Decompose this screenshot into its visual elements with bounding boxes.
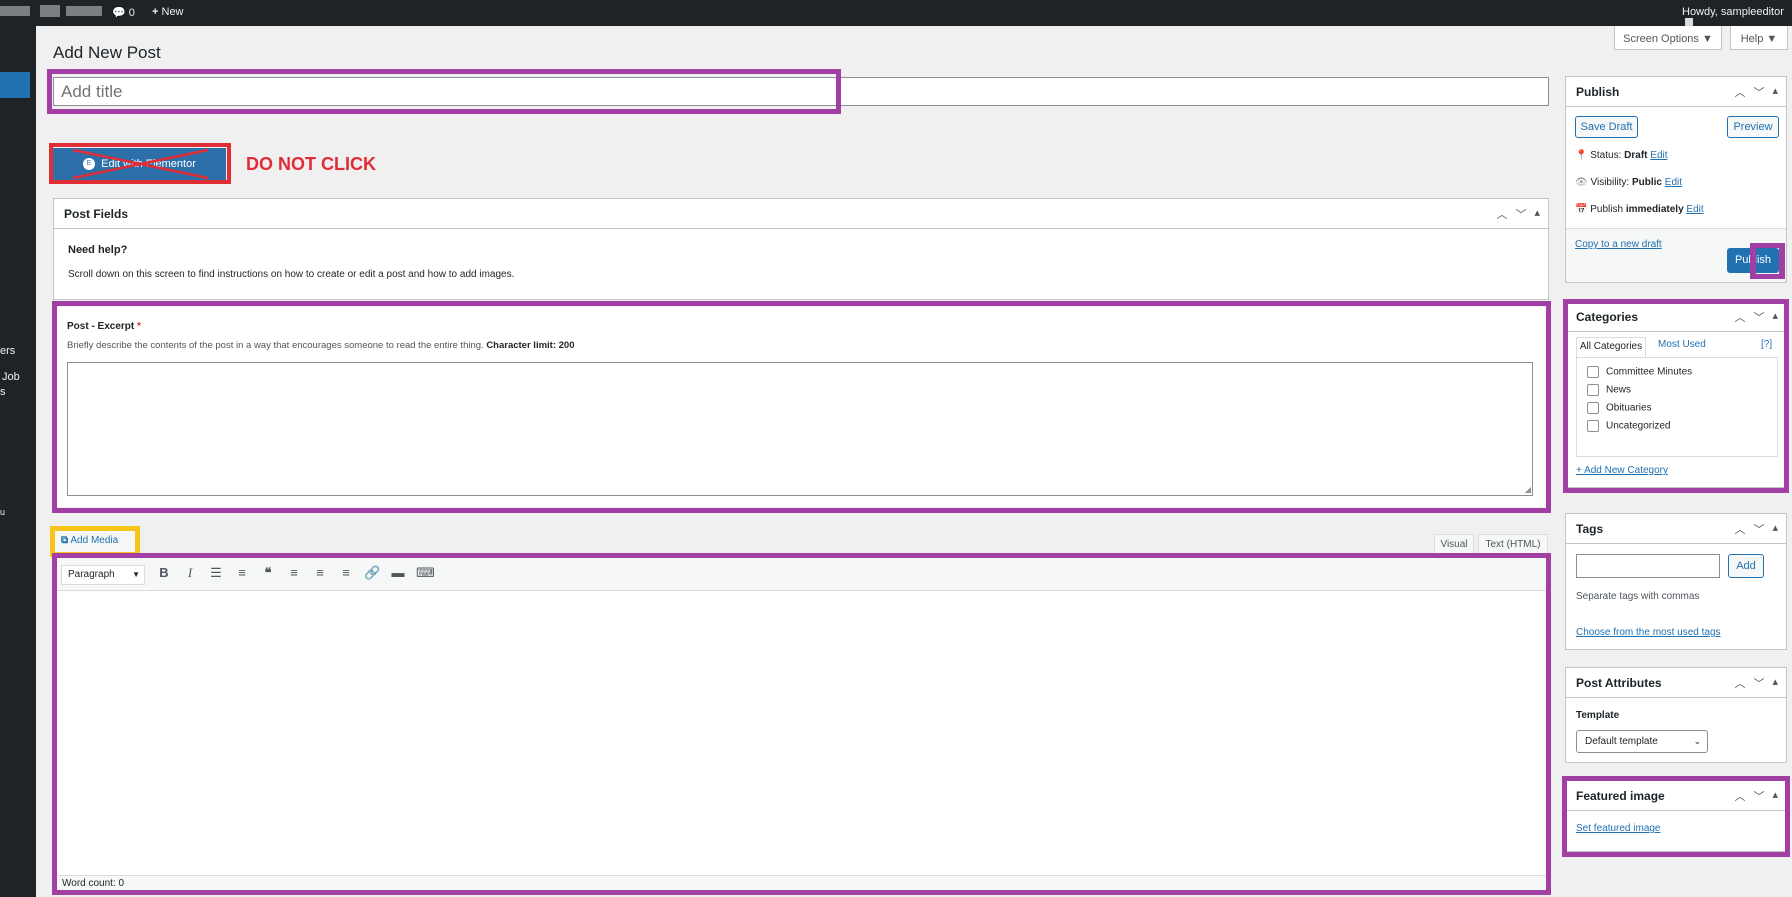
visibility-label: Visibility: [1590, 177, 1630, 188]
edit-status-link[interactable]: Edit [1650, 150, 1667, 161]
template-select[interactable]: Default template ⌄ [1576, 730, 1708, 753]
highlight-categories [1563, 299, 1789, 493]
preview-button[interactable]: Preview [1727, 116, 1779, 138]
status-value: Draft [1624, 150, 1648, 161]
do-not-click-warning: DO NOT CLICK [246, 154, 376, 174]
highlight-publish-border [1750, 243, 1785, 279]
sidebar-item-fragment[interactable]: s [0, 386, 6, 399]
box-controls: ︿ ﹀ ▴ [1734, 521, 1778, 537]
comments-link[interactable]: 💬 0 [112, 6, 135, 19]
post-attributes-header: Post Attributes ︿ ﹀ ▴ [1566, 668, 1786, 698]
comment-icon: 💬 [112, 7, 126, 19]
publish-time-label: Publish [1590, 204, 1624, 215]
save-draft-button[interactable]: Save Draft [1575, 116, 1638, 138]
help-button[interactable]: Help ▼ [1730, 26, 1788, 50]
highlight-featured-image [1562, 776, 1790, 857]
toggle-panel-icon[interactable]: ▴ [1772, 521, 1778, 537]
sidebar-item-posts-active[interactable] [0, 72, 30, 98]
publish-header: Publish ︿ ﹀ ▴ [1566, 77, 1786, 107]
admin-sidebar: ers Job s u [0, 26, 36, 897]
box-controls: ︿ ﹀ ▴ [1734, 675, 1778, 691]
page-title: Add New Post [53, 43, 161, 62]
tab-visual[interactable]: Visual [1434, 534, 1474, 555]
move-up-icon[interactable]: ︿ [1734, 675, 1745, 691]
highlight-excerpt [52, 301, 1551, 513]
tags-hint: Separate tags with commas [1576, 591, 1700, 602]
status-row: 📍 Status: Draft Edit [1575, 150, 1668, 161]
box-controls: ︿ ﹀ ▴ [1734, 84, 1778, 100]
highlight-editor [52, 553, 1551, 895]
howdy-text: Howdy, sampleeditor [1682, 6, 1784, 18]
box-controls: ︿ ﹀ ▴ [1496, 206, 1540, 222]
choose-tags-link[interactable]: Choose from the most used tags [1576, 627, 1721, 638]
post-fields-title: Post Fields [64, 207, 129, 221]
toggle-panel-icon[interactable]: ▴ [1772, 675, 1778, 691]
move-up-icon[interactable]: ︿ [1496, 206, 1507, 222]
visibility-value: Public [1631, 177, 1662, 188]
post-attributes-box: Post Attributes ︿ ﹀ ▴ Template Default t… [1565, 667, 1787, 763]
calendar-icon: 📅 [1575, 204, 1588, 215]
tab-text-html[interactable]: Text (HTML) [1478, 534, 1548, 555]
help-text: Scroll down on this screen to find instr… [68, 269, 515, 280]
post-fields-header: Post Fields ︿ ﹀ ▴ [54, 199, 1548, 229]
comments-count: 0 [128, 7, 135, 19]
move-down-icon[interactable]: ﹀ [1753, 84, 1764, 100]
admin-bar: 💬 0 + New Howdy, sampleeditor [0, 0, 1792, 31]
move-down-icon[interactable]: ﹀ [1515, 206, 1526, 222]
publish-time-value: immediately [1625, 204, 1684, 215]
pin-icon: 📍 [1575, 150, 1588, 161]
screen-options-button[interactable]: Screen Options ▼ [1614, 26, 1722, 50]
status-label: Status: [1590, 150, 1622, 161]
tags-box: Tags ︿ ﹀ ▴ Add Separate tags with commas… [1565, 513, 1787, 650]
move-down-icon[interactable]: ﹀ [1753, 521, 1764, 537]
tag-input[interactable] [1576, 554, 1720, 578]
template-label: Template [1576, 710, 1620, 721]
edit-visibility-link[interactable]: Edit [1665, 177, 1682, 188]
toggle-panel-icon[interactable]: ▴ [1772, 84, 1778, 100]
highlight-red-elementor [49, 143, 231, 184]
new-label: New [161, 6, 184, 18]
chevron-down-icon: ⌄ [1693, 736, 1701, 746]
tags-title: Tags [1576, 522, 1604, 536]
add-tag-button[interactable]: Add [1728, 554, 1764, 578]
obscured-item[interactable] [66, 6, 102, 16]
edit-publish-time-link[interactable]: Edit [1686, 204, 1703, 215]
toggle-panel-icon[interactable]: ▴ [1534, 206, 1540, 222]
move-down-icon[interactable]: ﹀ [1753, 675, 1764, 691]
highlight-title [47, 69, 841, 114]
sidebar-item-fragment[interactable]: Job [2, 371, 20, 384]
copy-to-draft-link[interactable]: Copy to a new draft [1575, 239, 1662, 250]
post-fields-box: Post Fields ︿ ﹀ ▴ Need help? Scroll down… [53, 198, 1549, 300]
obscured-item[interactable] [40, 5, 60, 17]
new-content-link[interactable]: + New [152, 6, 184, 18]
sidebar-item-fragment[interactable]: ers [0, 345, 15, 358]
publish-title: Publish [1576, 85, 1620, 99]
template-value: Default template [1585, 736, 1658, 747]
visibility-row: 👁 Visibility: Public Edit [1575, 177, 1682, 188]
eye-icon: 👁 [1575, 177, 1588, 188]
move-up-icon[interactable]: ︿ [1734, 521, 1745, 537]
publish-time-row: 📅 Publish immediately Edit [1575, 204, 1704, 215]
plus-icon: + [152, 6, 159, 18]
tags-header: Tags ︿ ﹀ ▴ [1566, 514, 1786, 544]
post-attributes-title: Post Attributes [1576, 676, 1662, 690]
sidebar-item-fragment[interactable]: u [0, 506, 5, 519]
need-help-heading: Need help? [68, 244, 128, 256]
move-up-icon[interactable]: ︿ [1734, 84, 1745, 100]
obscured-site-name[interactable] [0, 6, 30, 16]
